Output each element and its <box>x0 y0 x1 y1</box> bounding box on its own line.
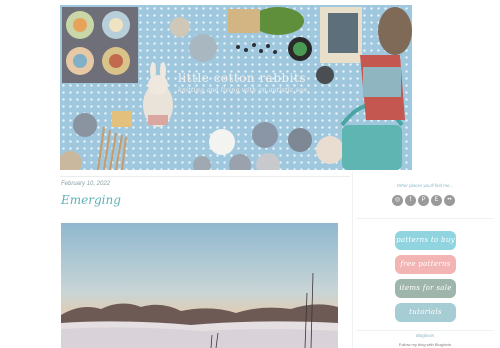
pinterest-icon[interactable]: P <box>418 195 429 206</box>
bloglovin-follow-link[interactable]: Follow my blog with Bloglovin <box>380 342 470 347</box>
patterns-to-buy-button[interactable]: patterns to buy <box>395 231 456 250</box>
post-photo[interactable] <box>61 223 338 348</box>
sidebar-divider <box>356 218 494 219</box>
winter-landscape-photo <box>61 223 338 348</box>
items-for-sale-button[interactable]: items for sale <box>395 279 456 298</box>
sidebar-separator <box>352 172 353 348</box>
bloglovin-heading: Bloglovin <box>415 333 435 338</box>
facebook-icon[interactable]: f <box>405 195 416 206</box>
post-title[interactable]: Emerging <box>61 193 121 207</box>
free-patterns-button[interactable]: free patterns <box>395 255 456 274</box>
social-heading: Other places you'll find me... <box>396 183 454 188</box>
blog-header-banner[interactable]: little cotton rabbits knitting and livin… <box>60 5 412 170</box>
blog-title[interactable]: little cotton rabbits <box>178 71 306 85</box>
blog-tagline: knitting and living with an autistic son <box>178 87 308 94</box>
instagram-icon[interactable]: ◎ <box>392 195 403 206</box>
post-date: February 10, 2022 <box>61 181 111 187</box>
social-icons: ◎ f P E •• <box>392 195 455 207</box>
post-divider <box>60 176 350 177</box>
tutorials-button[interactable]: tutorials <box>395 303 456 322</box>
etsy-icon[interactable]: E <box>431 195 442 206</box>
sidebar-divider <box>356 330 494 331</box>
flickr-icon[interactable]: •• <box>444 195 455 206</box>
